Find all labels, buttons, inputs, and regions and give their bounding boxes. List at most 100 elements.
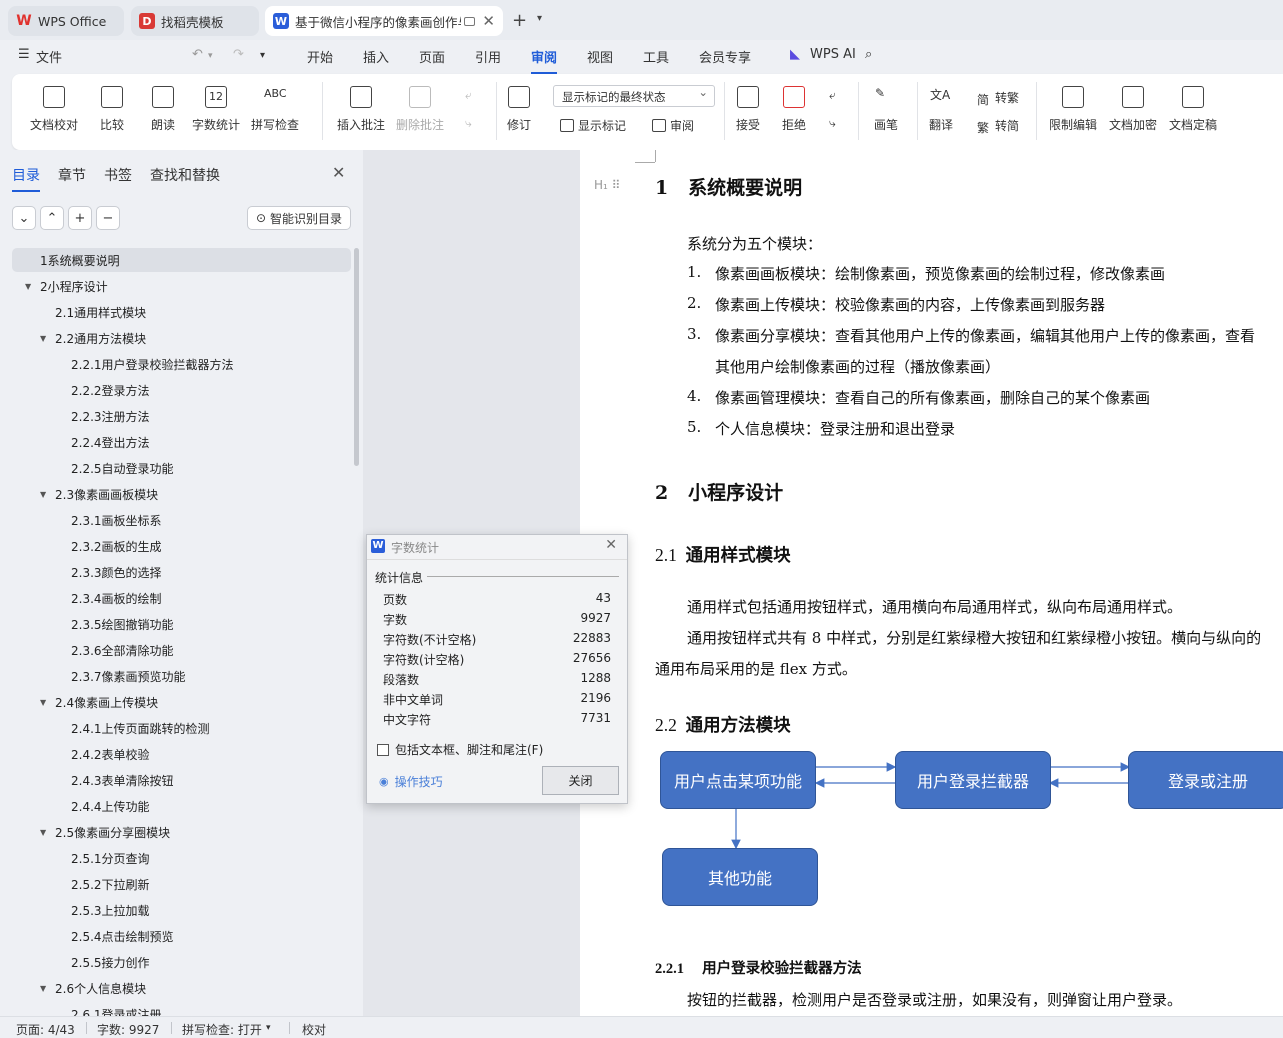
status-spell-check[interactable]: 拼写检查: 打开: [182, 1021, 262, 1038]
tab-bookmarks[interactable]: 书签: [104, 165, 132, 185]
tab-docer-templates[interactable]: D 找稻壳模板: [131, 6, 259, 36]
scrollbar[interactable]: [354, 248, 359, 466]
flow-box-login-register[interactable]: 登录或注册: [1128, 751, 1283, 809]
spell-check-button[interactable]: ABC 拼写检查: [251, 86, 299, 133]
read-aloud-button[interactable]: 朗读: [151, 86, 175, 133]
menu-references[interactable]: 引用: [475, 47, 501, 66]
toc-item[interactable]: 1系统概要说明: [12, 248, 351, 272]
hamburger-icon[interactable]: ☰: [18, 47, 30, 62]
menu-wps-ai[interactable]: WPS AI: [810, 47, 856, 62]
collapse-icon[interactable]: ⌄: [12, 206, 36, 230]
pen-button[interactable]: ✎ 画笔: [874, 86, 898, 133]
toc-item[interactable]: ▼ 2.6个人信息模块: [12, 976, 351, 1000]
expand-arrow-icon[interactable]: ▼: [25, 282, 31, 291]
toc-item[interactable]: 2.2.1用户登录校验拦截器方法: [12, 352, 351, 376]
restrict-edit-button[interactable]: 限制编辑: [1049, 86, 1097, 133]
toc-item[interactable]: 2.4.2表单校验: [12, 742, 351, 766]
chevron-down-icon[interactable]: ▾: [260, 50, 265, 61]
toc-item[interactable]: ▼ 2.5像素画分享圈模块: [12, 820, 351, 844]
menu-view[interactable]: 视图: [587, 47, 613, 66]
redo-icon[interactable]: ↷: [233, 47, 244, 62]
menu-home[interactable]: 开始: [307, 47, 333, 66]
menu-file[interactable]: 文件: [36, 47, 62, 66]
close-button[interactable]: 关闭: [542, 766, 619, 795]
toc-item[interactable]: 2.2.4登出方法: [12, 430, 351, 454]
menu-page[interactable]: 页面: [419, 47, 445, 66]
expand-arrow-icon[interactable]: ▼: [40, 490, 46, 499]
undo-icon[interactable]: ↶: [192, 47, 203, 62]
expand-icon[interactable]: ⌃: [40, 206, 64, 230]
expand-arrow-icon[interactable]: ▼: [40, 698, 46, 707]
toc-item[interactable]: 2.5.1分页查询: [12, 846, 351, 870]
document-page[interactable]: H₁ ⠿ 1 系统概要说明 系统分为五个模块： 1. 像素画画板模块：绘制像素画，…: [580, 150, 1283, 1016]
expand-arrow-icon[interactable]: ▼: [40, 828, 46, 837]
undo-dropdown-icon[interactable]: ▾: [208, 51, 213, 61]
toc-item[interactable]: 2.2.2登录方法: [12, 378, 351, 402]
prev-change-icon[interactable]: ⤶: [829, 88, 836, 103]
toc-item[interactable]: ▼ 2.4像素画上传模块: [12, 690, 351, 714]
chevron-down-icon[interactable]: ▾: [537, 13, 542, 24]
toc-item[interactable]: 2.3.4画板的绘制: [12, 586, 351, 610]
to-simplified-button[interactable]: 繁转简: [977, 117, 1019, 135]
expand-arrow-icon[interactable]: ▼: [40, 334, 46, 343]
toc-item[interactable]: ▼ 2小程序设计: [12, 274, 351, 298]
toc-item[interactable]: 2.3.6全部清除功能: [12, 638, 351, 662]
toc-item[interactable]: 2.3.2画板的生成: [12, 534, 351, 558]
toc-item[interactable]: 2.1通用样式模块: [12, 300, 351, 324]
status-proof[interactable]: 校对: [302, 1021, 326, 1038]
next-change-icon[interactable]: ⤷: [829, 116, 836, 131]
new-tab-icon[interactable]: +: [512, 10, 527, 31]
status-page[interactable]: 页面: 4/43: [16, 1021, 75, 1038]
chevron-down-icon[interactable]: ▾: [266, 1023, 271, 1033]
menu-tools[interactable]: 工具: [643, 47, 669, 66]
smart-toc-button[interactable]: ⊙ 智能识别目录: [247, 206, 351, 230]
tab-find-replace[interactable]: 查找和替换: [150, 165, 220, 185]
show-markup-button[interactable]: 显示标记: [560, 117, 626, 134]
toc-item[interactable]: 2.3.1画板坐标系: [12, 508, 351, 532]
translate-button[interactable]: 文A 翻译: [929, 86, 953, 133]
remove-icon[interactable]: −: [96, 206, 120, 230]
insert-comment-button[interactable]: 插入批注: [337, 86, 385, 133]
toc-item[interactable]: 2.3.5绘图撤销功能: [12, 612, 351, 636]
tips-link[interactable]: ◉ 操作技巧: [379, 773, 443, 790]
flow-box-interceptor[interactable]: 用户登录拦截器: [895, 751, 1051, 809]
tab-wps-office[interactable]: W WPS Office: [8, 6, 124, 36]
status-words[interactable]: 字数: 9927: [97, 1021, 159, 1038]
accept-button[interactable]: 接受: [736, 86, 760, 133]
toc-item[interactable]: ▼ 2.3像素画画板模块: [12, 482, 351, 506]
review-pane-button[interactable]: 审阅: [652, 117, 694, 134]
toc-item[interactable]: 2.4.4上传功能: [12, 794, 351, 818]
toc-item[interactable]: ▼ 2.2通用方法模块: [12, 326, 351, 350]
encrypt-button[interactable]: 文档加密: [1109, 86, 1157, 133]
prev-comment-icon[interactable]: ⤶: [465, 88, 472, 103]
tab-document[interactable]: W 基于微信小程序的像素画创作与 ✕: [265, 6, 503, 36]
toc-item[interactable]: 2.5.4点击绘制预览: [12, 924, 351, 948]
toc-item[interactable]: 2.4.1上传页面跳转的检测: [12, 716, 351, 740]
menu-membership[interactable]: 会员专享: [699, 47, 751, 66]
toc-item[interactable]: 2.3.3颜色的选择: [12, 560, 351, 584]
toc-item[interactable]: 2.2.3注册方法: [12, 404, 351, 428]
toc-item[interactable]: 2.6.1登录或注册: [12, 1002, 351, 1017]
toc-item[interactable]: 2.2.5自动登录功能: [12, 456, 351, 480]
menu-insert[interactable]: 插入: [363, 47, 389, 66]
search-icon[interactable]: ⌕: [865, 47, 872, 62]
close-icon[interactable]: ✕: [605, 537, 617, 553]
toc-item[interactable]: 2.5.3上拉加载: [12, 898, 351, 922]
compare-button[interactable]: 比较: [100, 86, 124, 133]
monitor-icon[interactable]: [464, 16, 475, 26]
doc-check-button[interactable]: 文档校对: [30, 86, 78, 133]
tab-toc[interactable]: 目录: [12, 165, 40, 192]
close-icon[interactable]: ✕: [332, 163, 345, 182]
flow-box-other[interactable]: 其他功能: [662, 848, 818, 906]
toc-item[interactable]: 2.3.7像素画预览功能: [12, 664, 351, 688]
include-notes-checkbox[interactable]: 包括文本框、脚注和尾注(F): [377, 741, 543, 758]
toc-item[interactable]: 2.5.5接力创作: [12, 950, 351, 974]
to-traditional-button[interactable]: 简转繁: [977, 89, 1019, 107]
toc-item[interactable]: 2.5.2下拉刷新: [12, 872, 351, 896]
add-icon[interactable]: +: [68, 206, 92, 230]
next-comment-icon[interactable]: ⤷: [465, 116, 472, 131]
word-count-button[interactable]: 12 字数统计: [192, 86, 240, 133]
expand-arrow-icon[interactable]: ▼: [40, 984, 46, 993]
track-changes-button[interactable]: 修订: [507, 86, 531, 133]
reject-button[interactable]: 拒绝: [782, 86, 806, 133]
